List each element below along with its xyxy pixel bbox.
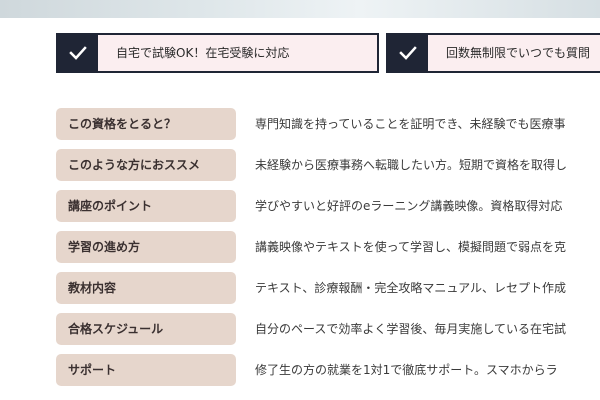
check-icon (388, 35, 428, 71)
feature-text: 回数無制限でいつでも質問 (446, 46, 591, 60)
hero-image-strip (0, 0, 600, 18)
check-icon (58, 35, 98, 71)
feature-text: 自宅で試験OK！在宅受験に対応 (116, 46, 290, 60)
info-value: 自分のペースで効率よく学習後、毎月実施している在宅試 (255, 322, 567, 336)
info-value: 修了生の方の就業を1対1で徹底サポート。スマホからラ (255, 363, 558, 377)
info-label: この資格をとると？ (56, 108, 236, 140)
feature-card-unlimited-questions: 回数無制限でいつでも質問 (386, 33, 600, 73)
info-row-course-points: 講座のポイント 学びやすいと好評のeラーニング講義映像。資格取得対応 (56, 190, 600, 222)
info-row-materials: 教材内容 テキスト、診療報酬・完全攻略マニュアル、レセプト作成 (56, 272, 600, 304)
info-value: 未経験から医療事務へ転職したい方。短期で資格を取得し (255, 158, 568, 172)
info-label: 合格スケジュール (56, 313, 236, 345)
info-row-support: サポート 修了生の方の就業を1対1で徹底サポート。スマホからラ (56, 354, 600, 386)
feature-card-home-exam: 自宅で試験OK！在宅受験に対応 (56, 33, 379, 73)
info-value: 学びやすいと好評のeラーニング講義映像。資格取得対応 (255, 199, 563, 213)
info-label: サポート (56, 354, 236, 386)
info-label: 学習の進め方 (56, 231, 236, 263)
info-label: 教材内容 (56, 272, 236, 304)
info-row-qualification-benefit: この資格をとると？ 専門知識を持っていることを証明でき、未経験でも医療事 (56, 108, 600, 140)
info-row-study-method: 学習の進め方 講義映像やテキストを使って学習し、模擬問題で弱点を克 (56, 231, 600, 263)
info-row-pass-schedule: 合格スケジュール 自分のペースで効率よく学習後、毎月実施している在宅試 (56, 313, 600, 345)
info-value: 講義映像やテキストを使って学習し、模擬問題で弱点を克 (255, 240, 567, 254)
info-row-recommended-for: このような方におススメ 未経験から医療事務へ転職したい方。短期で資格を取得し (56, 149, 600, 181)
page: 自宅で試験OK！在宅受験に対応 回数無制限でいつでも質問 この資格をとると？ 専… (0, 0, 600, 400)
info-value: テキスト、診療報酬・完全攻略マニュアル、レセプト作成 (255, 281, 567, 295)
info-label: 講座のポイント (56, 190, 236, 222)
info-label: このような方におススメ (56, 149, 236, 181)
info-value: 専門知識を持っていることを証明でき、未経験でも医療事 (255, 117, 566, 131)
